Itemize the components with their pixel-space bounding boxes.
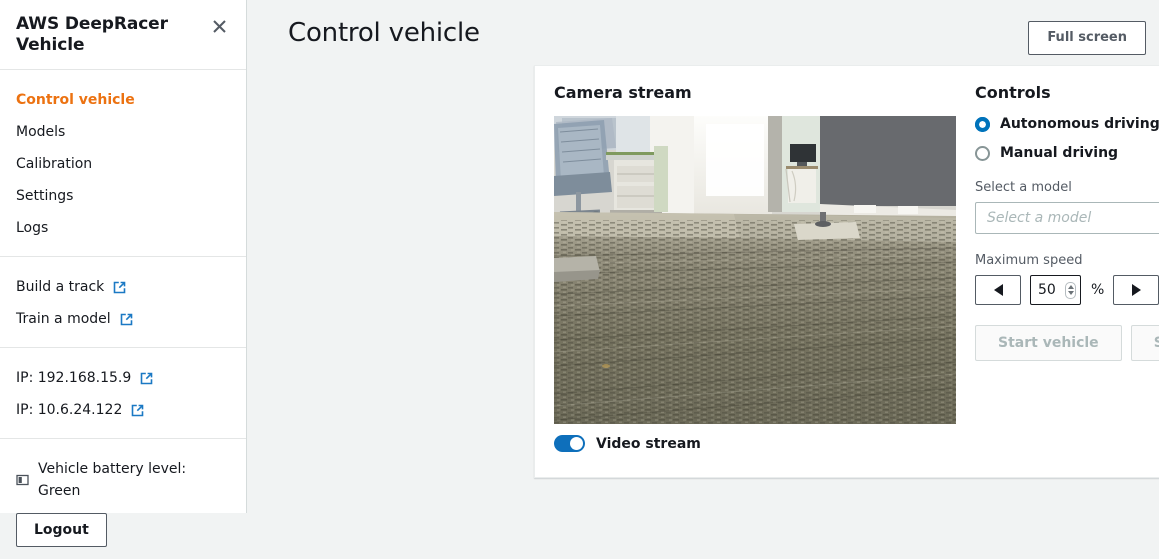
radio-button-selected-icon <box>975 116 990 132</box>
page-header: Control vehicle Full screen <box>247 0 1159 55</box>
camera-section-title: Camera stream <box>554 83 692 102</box>
speed-controls: 50 % <box>975 275 1159 305</box>
sidebar-header: AWS DeepRacer Vehicle <box>0 0 246 70</box>
external-link-icon <box>131 404 144 417</box>
spinner-down-icon <box>1067 291 1074 295</box>
video-stream-toggle-row: Video stream <box>554 435 955 452</box>
close-icon[interactable] <box>208 15 230 37</box>
sidebar: AWS DeepRacer Vehicle Control vehicle Mo… <box>0 0 247 547</box>
sidebar-nav: Control vehicle Models Calibration Setti… <box>0 70 246 257</box>
sidebar-footer: Vehicle battery level: Green Logout <box>0 439 246 559</box>
battery-status: Vehicle battery level: Green <box>0 453 246 507</box>
sidebar-train-model-label: Train a model <box>16 311 111 327</box>
page-title: Control vehicle <box>288 18 480 48</box>
camera-stream-image <box>554 116 956 424</box>
camera-frame <box>554 116 956 424</box>
external-link-icon <box>140 372 153 385</box>
sidebar-external-links: Build a track Train a model <box>0 257 246 348</box>
battery-icon <box>16 473 30 487</box>
toggle-knob <box>570 437 583 450</box>
controls-section-title: Controls <box>975 83 1051 102</box>
manual-driving-label: Manual driving <box>1000 145 1119 161</box>
sidebar-ip-secondary[interactable]: IP: 10.6.24.122 <box>0 394 246 426</box>
sidebar-ip-links: IP: 192.168.15.9 IP: 10.6.24.122 <box>0 348 246 439</box>
speed-stepper-icon[interactable] <box>1065 281 1076 299</box>
sidebar-ip-primary[interactable]: IP: 192.168.15.9 <box>0 362 246 394</box>
logout-wrap: Logout <box>0 507 246 547</box>
app-title: AWS DeepRacer Vehicle <box>16 14 168 56</box>
sidebar-item-models[interactable]: Models <box>0 116 246 148</box>
select-model-dropdown[interactable]: Select a model <box>975 202 1159 234</box>
select-model-placeholder: Select a model <box>987 210 1092 226</box>
vehicle-action-buttons: Start vehicle Stop vehicle <box>975 325 1159 361</box>
logout-button[interactable]: Logout <box>16 513 107 547</box>
speed-input[interactable]: 50 <box>1030 275 1081 305</box>
video-stream-label: Video stream <box>596 435 701 452</box>
speed-field-group: Maximum speed 50 % <box>975 252 1159 305</box>
sidebar-item-logs[interactable]: Logs <box>0 212 246 244</box>
select-model-label: Select a model <box>975 180 1072 195</box>
maximum-speed-label: Maximum speed <box>975 253 1083 268</box>
model-field-group: Select a model Select a model <box>975 179 1159 234</box>
autonomous-driving-label: Autonomous driving <box>1000 116 1159 132</box>
ip-primary-label: IP: 192.168.15.9 <box>16 370 132 386</box>
start-vehicle-button[interactable]: Start vehicle <box>975 325 1122 361</box>
speed-value: 50 <box>1038 282 1056 298</box>
full-screen-button[interactable]: Full screen <box>1028 21 1146 55</box>
camera-stream-section: Camera stream Video stream <box>535 66 956 477</box>
app-root: AWS DeepRacer Vehicle Control vehicle Mo… <box>0 0 1159 547</box>
external-link-icon <box>113 281 126 294</box>
control-vehicle-panel: Camera stream Video stream Controls Auto… <box>534 65 1159 478</box>
sidebar-item-calibration[interactable]: Calibration <box>0 148 246 180</box>
ip-secondary-label: IP: 10.6.24.122 <box>16 402 123 418</box>
sidebar-build-track-label: Build a track <box>16 279 105 295</box>
sidebar-item-train-a-model[interactable]: Train a model <box>0 303 246 335</box>
triangle-left-icon <box>993 284 1003 296</box>
radio-autonomous-driving[interactable]: Autonomous driving <box>975 116 1159 132</box>
radio-button-unselected-icon <box>975 145 990 161</box>
triangle-right-icon <box>1131 284 1141 296</box>
main-content: Control vehicle Full screen Camera strea… <box>247 0 1159 513</box>
speed-decrement-button[interactable] <box>975 275 1021 305</box>
sidebar-item-build-a-track[interactable]: Build a track <box>0 271 246 303</box>
speed-increment-button[interactable] <box>1113 275 1159 305</box>
external-link-icon <box>120 313 133 326</box>
sidebar-item-settings[interactable]: Settings <box>0 180 246 212</box>
spinner-up-icon <box>1067 285 1074 289</box>
radio-manual-driving[interactable]: Manual driving <box>975 145 1159 161</box>
sidebar-item-control-vehicle[interactable]: Control vehicle <box>0 84 246 116</box>
video-stream-toggle[interactable] <box>554 435 585 452</box>
speed-unit: % <box>1091 282 1105 298</box>
controls-section: Controls Autonomous driving Manual drivi… <box>955 66 1159 477</box>
battery-label: Vehicle battery level: Green <box>38 461 187 499</box>
stop-vehicle-button[interactable]: Stop vehicle <box>1130 325 1159 361</box>
